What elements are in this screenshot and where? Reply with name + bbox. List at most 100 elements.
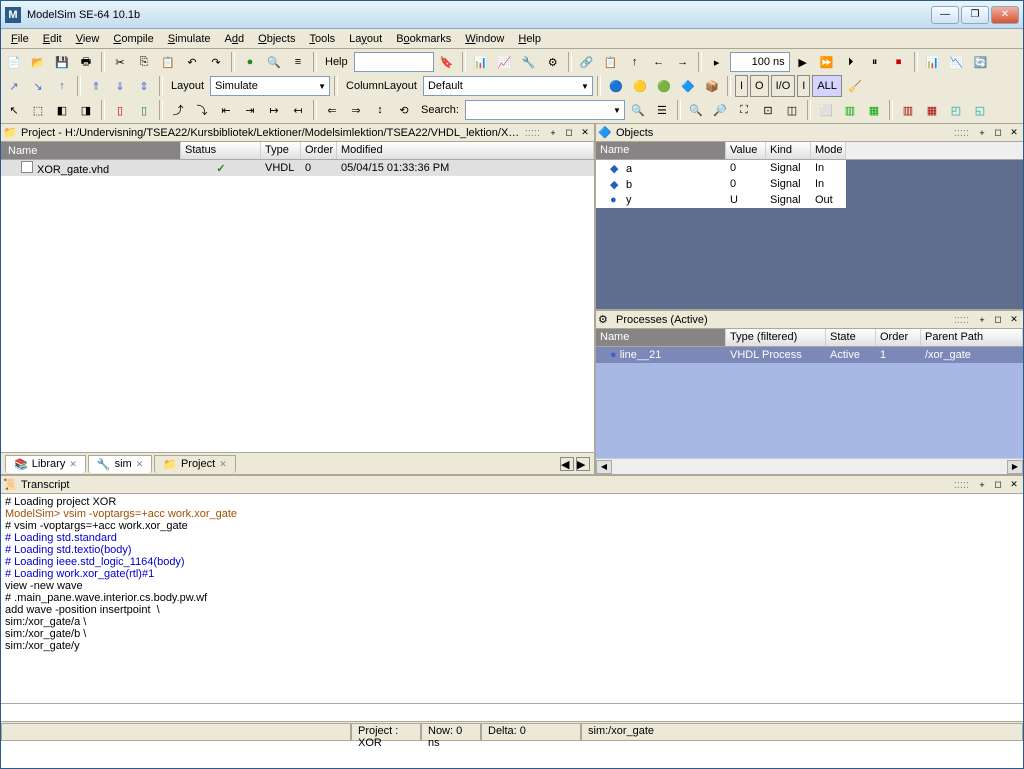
menu-simulate[interactable]: Simulate	[162, 31, 217, 47]
tb3-9[interactable]: ⇤	[215, 99, 237, 121]
tb3-3[interactable]: ◧	[51, 99, 73, 121]
menu-layout[interactable]: Layout	[343, 31, 388, 47]
nav-3-icon[interactable]: ↑	[51, 75, 73, 97]
tb3-14[interactable]: ⇒	[345, 99, 367, 121]
tb-end-1[interactable]: 📊	[922, 51, 944, 73]
filter-int-button[interactable]: I	[797, 75, 810, 97]
objects-close-button[interactable]: ✕	[1007, 126, 1021, 140]
group-5-icon[interactable]: 📦	[701, 75, 723, 97]
run-icon[interactable]: ▶	[792, 51, 814, 73]
undo-icon[interactable]: ↶	[181, 51, 203, 73]
tb-end-2[interactable]: 📉	[946, 51, 968, 73]
filter-i-button[interactable]: I	[735, 75, 748, 97]
transcript-text[interactable]: # Loading project XORModelSim> vsim -vop…	[1, 494, 1023, 703]
scroll-right-icon[interactable]: ▶	[1007, 460, 1023, 474]
col-status[interactable]: Status	[181, 142, 261, 159]
layout-combo[interactable]: Simulate	[210, 76, 330, 96]
table-row[interactable]: y U Signal Out	[596, 192, 846, 208]
menu-bookmarks[interactable]: Bookmarks	[390, 31, 457, 47]
tb-misc-4[interactable]: ⚙	[542, 51, 564, 73]
tab-close-icon[interactable]: ✕	[219, 459, 227, 470]
tb-misc-5[interactable]: 🔗	[576, 51, 598, 73]
table-row[interactable]: ● line__21 VHDL Process Active 1 /xor_ga…	[596, 347, 1023, 363]
back-arrow-icon[interactable]: ←	[648, 51, 670, 73]
column-layout-combo[interactable]: Default	[423, 76, 593, 96]
stop-icon[interactable]: ⏹	[888, 51, 910, 73]
processes-close-button[interactable]: ✕	[1007, 313, 1021, 327]
wave-1-icon[interactable]: ⬜	[815, 99, 837, 121]
save-icon[interactable]: 💾	[51, 51, 73, 73]
tb3-12[interactable]: ↤	[287, 99, 309, 121]
filter-all-button[interactable]: ALL	[812, 75, 842, 97]
open-icon[interactable]: 📂	[27, 51, 49, 73]
tb3-15[interactable]: ↕	[369, 99, 391, 121]
time-input[interactable]	[730, 52, 790, 72]
project-undock-button[interactable]: ◻	[562, 126, 576, 140]
tab-close-icon[interactable]: ✕	[69, 459, 77, 470]
menu-tools[interactable]: Tools	[303, 31, 341, 47]
menu-window[interactable]: Window	[459, 31, 510, 47]
minimize-button[interactable]: —	[931, 6, 959, 24]
processes-undock-button[interactable]: ◻	[991, 313, 1005, 327]
tb3-11[interactable]: ↦	[263, 99, 285, 121]
zoom-in-icon[interactable]: 🔍	[685, 99, 707, 121]
up-arrow-icon[interactable]: ↑	[624, 51, 646, 73]
filter-clear-icon[interactable]: 🧹	[844, 75, 866, 97]
paste-icon[interactable]: 📋	[157, 51, 179, 73]
new-icon[interactable]: 📄	[3, 51, 25, 73]
close-button[interactable]: ✕	[991, 6, 1019, 24]
copy-icon[interactable]: ⎘	[133, 51, 155, 73]
project-add-button[interactable]: +	[546, 126, 560, 140]
transcript-input[interactable]	[1, 703, 1023, 721]
tab-library[interactable]: 📚 Library ✕	[5, 455, 86, 473]
find-icon[interactable]: 🔍	[263, 51, 285, 73]
menu-help[interactable]: Help	[512, 31, 547, 47]
col-type[interactable]: Type	[261, 142, 301, 159]
processes-add-button[interactable]: +	[975, 313, 989, 327]
menu-file[interactable]: File	[5, 31, 35, 47]
nav-5-icon[interactable]: ⇓	[109, 75, 131, 97]
col-modified[interactable]: Modified	[337, 142, 594, 159]
tab-project[interactable]: 📁 Project ✕	[154, 455, 236, 473]
group-2-icon[interactable]: 🟡	[629, 75, 651, 97]
continue-icon[interactable]: ⏵	[840, 51, 862, 73]
tb-misc-3[interactable]: 🔧	[518, 51, 540, 73]
menu-objects[interactable]: Objects	[252, 31, 301, 47]
tb3-10[interactable]: ⇥	[239, 99, 261, 121]
tb3-13[interactable]: ⇐	[321, 99, 343, 121]
run-all-icon[interactable]: ⏩	[816, 51, 838, 73]
tb3-7[interactable]: ⤴	[167, 99, 189, 121]
tb3-8[interactable]: ⤵	[191, 99, 213, 121]
project-close-button[interactable]: ✕	[578, 126, 592, 140]
break-icon[interactable]: ⏸	[864, 51, 886, 73]
run-step-icon[interactable]: ▸	[706, 51, 728, 73]
help-go-icon[interactable]: 🔖	[436, 51, 458, 73]
zoom-full-icon[interactable]: ⛶	[733, 99, 755, 121]
redo-icon[interactable]: ↷	[205, 51, 227, 73]
wave-4-icon[interactable]: ▥	[897, 99, 919, 121]
table-row[interactable]: XOR_gate.vhd ✓ VHDL 0 05/04/15 01:33:36 …	[1, 160, 594, 176]
menu-edit[interactable]: Edit	[37, 31, 68, 47]
filter-o-button[interactable]: O	[750, 75, 769, 97]
nav-1-icon[interactable]: ↗	[3, 75, 25, 97]
nav-4-icon[interactable]: ⇑	[85, 75, 107, 97]
add-icon[interactable]: ●	[239, 51, 261, 73]
help-input[interactable]	[354, 52, 434, 72]
group-3-icon[interactable]: 🟢	[653, 75, 675, 97]
wave-2-icon[interactable]: ▥	[839, 99, 861, 121]
transcript-add-button[interactable]: +	[975, 478, 989, 492]
tb3-16[interactable]: ⟲	[393, 99, 415, 121]
menu-compile[interactable]: Compile	[107, 31, 159, 47]
group-1-icon[interactable]: 🔵	[605, 75, 627, 97]
objects-add-button[interactable]: +	[975, 126, 989, 140]
table-row[interactable]: b 0 Signal In	[596, 176, 846, 192]
col-order[interactable]: Order	[301, 142, 337, 159]
tab-scroll-right[interactable]: ▶	[576, 457, 590, 471]
search-opts-icon[interactable]: ☰	[651, 99, 673, 121]
tab-sim[interactable]: 🔧 sim ✕	[88, 455, 152, 473]
zoom-out-icon[interactable]: 🔎	[709, 99, 731, 121]
filter-io-button[interactable]: I/O	[771, 75, 796, 97]
maximize-button[interactable]: ❐	[961, 6, 989, 24]
objects-undock-button[interactable]: ◻	[991, 126, 1005, 140]
wave-6-icon[interactable]: ◰	[945, 99, 967, 121]
